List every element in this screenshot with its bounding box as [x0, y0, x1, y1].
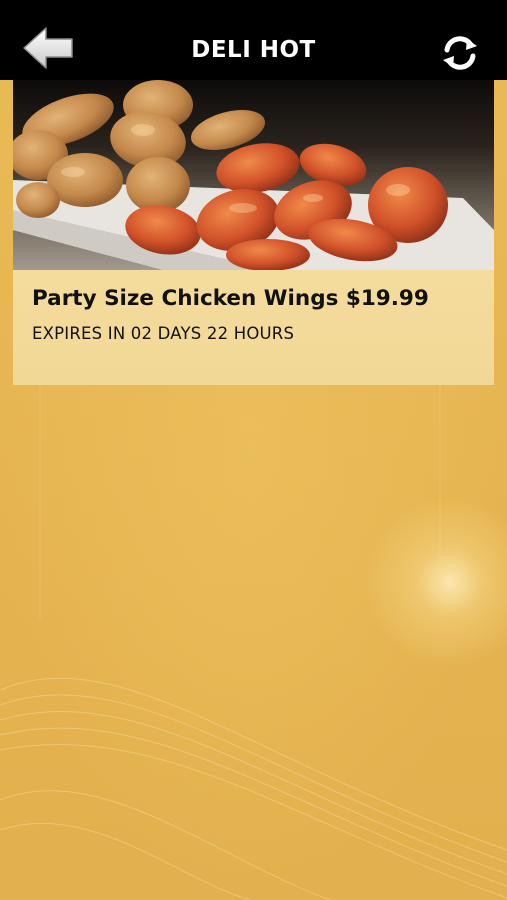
back-button[interactable]: [20, 24, 76, 76]
refresh-icon: [443, 36, 477, 70]
deal-details: Party Size Chicken Wings $19.99 EXPIRES …: [13, 270, 494, 385]
deal-expiry: EXPIRES IN 02 DAYS 22 HOURS: [32, 324, 295, 343]
deal-card[interactable]: Party Size Chicken Wings $19.99 EXPIRES …: [13, 80, 494, 385]
page-title: DELI HOT: [191, 37, 316, 63]
deal-image: [13, 80, 494, 270]
refresh-button[interactable]: [438, 33, 482, 73]
chicken-wings-photo: [13, 80, 494, 270]
deal-title: Party Size Chicken Wings $19.99: [32, 286, 429, 311]
back-arrow-icon: [23, 27, 73, 69]
top-bar: DELI HOT: [0, 0, 507, 80]
